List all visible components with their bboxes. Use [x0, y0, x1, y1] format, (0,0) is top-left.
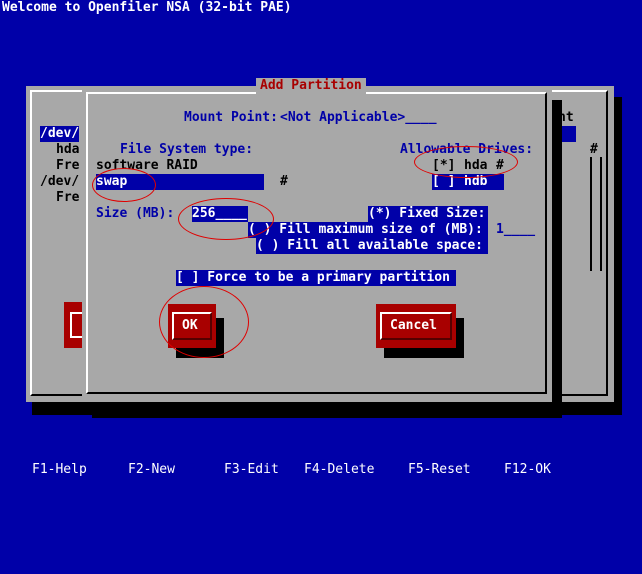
f4-delete-key[interactable]: F4-Delete	[304, 462, 374, 478]
dialog-title: Add Partition	[256, 78, 366, 94]
ok-button[interactable]: OK	[168, 304, 216, 348]
ok-button-label: OK	[182, 318, 198, 333]
bg-list-item[interactable]: Fre	[56, 158, 79, 174]
allowable-drives-label: Allowable Drives:	[400, 142, 534, 157]
size-label: Size (MB):	[96, 206, 175, 221]
fs-type-label: File System type:	[120, 142, 254, 157]
f5-reset-key[interactable]: F5-Reset	[408, 462, 471, 478]
fill-all-radio[interactable]: ( ) Fill all available space:	[256, 238, 483, 254]
cancel-button-label: Cancel	[390, 318, 437, 333]
force-primary-checkbox[interactable]: [ ] Force to be a primary partition	[176, 270, 450, 286]
bg-list-item[interactable]: /dev/	[40, 174, 79, 190]
bg-scrollbar[interactable]	[590, 157, 602, 271]
fixed-size-radio[interactable]: (*) Fixed Size:	[368, 206, 485, 222]
window-title: Welcome to Openfiler NSA (32-bit PAE)	[2, 0, 292, 15]
f12-ok-key[interactable]: F12-OK	[504, 462, 551, 478]
fill-max-radio[interactable]: ( ) Fill maximum size of (MB):	[248, 222, 483, 238]
drive-hdb-checkbox[interactable]: [ ]	[432, 174, 455, 190]
f1-help-key[interactable]: F1-Help	[32, 462, 87, 478]
function-key-bar: F1-Help F2-New F3-Edit F4-Delete F5-Rese…	[0, 462, 642, 574]
drive-hda-label: hda	[464, 158, 488, 173]
bg-scroll-marker: #	[590, 142, 598, 157]
bg-list-item[interactable]: hda	[56, 142, 79, 158]
drive-hdb-label: hdb	[464, 174, 488, 189]
size-input[interactable]: 256____	[192, 206, 247, 222]
fs-option-software-raid[interactable]: software RAID	[96, 158, 198, 174]
drives-scroll-marker: #	[496, 158, 504, 173]
fs-option-swap[interactable]: swap	[96, 174, 127, 190]
f2-new-key[interactable]: F2-New	[128, 462, 175, 478]
fs-list-scroll-marker: #	[280, 174, 288, 189]
bg-list-item[interactable]: /dev/	[40, 126, 80, 142]
f3-edit-key[interactable]: F3-Edit	[224, 462, 279, 478]
mount-point-field[interactable]: <Not Applicable>____	[280, 110, 437, 126]
cancel-button[interactable]: Cancel	[376, 304, 456, 348]
fill-max-input[interactable]: 1____	[496, 222, 535, 238]
bg-list-item[interactable]: Fre	[56, 190, 79, 206]
mount-point-label: Mount Point:	[184, 110, 278, 125]
drive-hda-checkbox[interactable]: [*]	[432, 158, 455, 174]
